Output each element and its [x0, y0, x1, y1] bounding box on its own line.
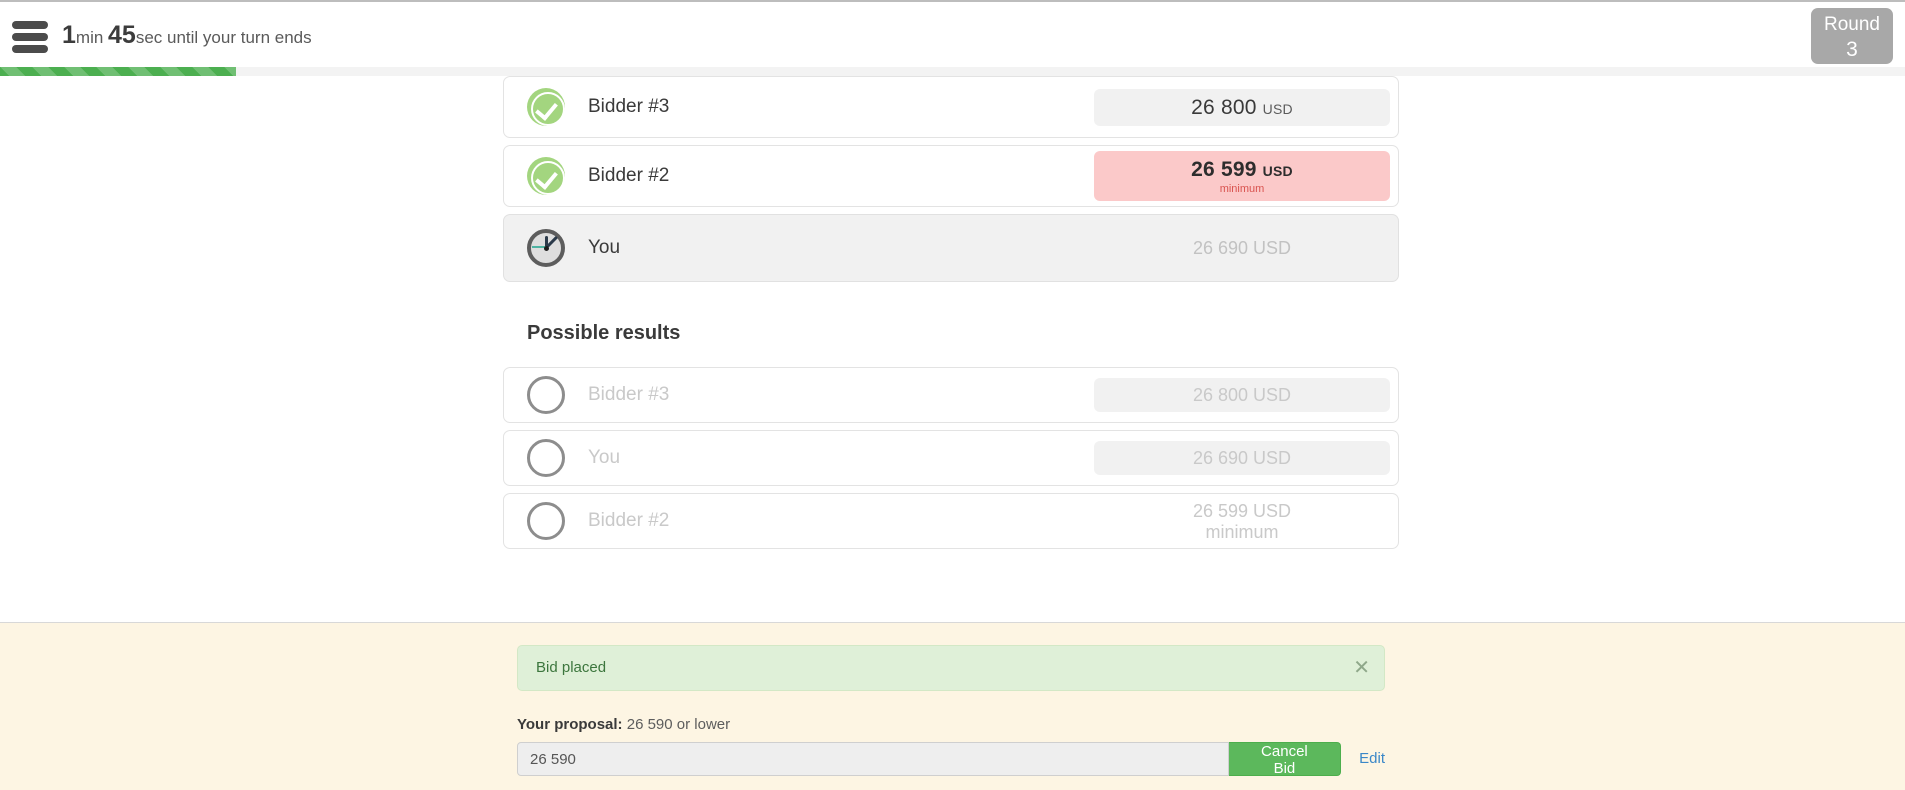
bid-amount-pill: 26 690 USD [1094, 441, 1390, 475]
bid-amount-pill: 26 599 USD minimum [1094, 151, 1390, 201]
proposal-label-text: Your proposal: [517, 716, 623, 733]
bid-amount-input[interactable] [517, 742, 1229, 776]
bid-amount-pill: 26 800 USD [1094, 88, 1390, 126]
bid-amount-value: 26 800 USD [1192, 385, 1292, 405]
possible-results-list: Bidder #3 26 800 USD You 26 690 USD Bidd [503, 367, 1399, 549]
turn-progress-track [0, 67, 1905, 76]
bid-panel: Bid placed ✕ Your proposal: 26 590 or lo… [0, 622, 1905, 790]
timer-minutes: 1 [62, 21, 76, 49]
hamburger-bar [12, 45, 48, 53]
bid-amount-pill: 26 800 USD [1094, 378, 1390, 412]
bid-panel-inner: Bid placed ✕ Your proposal: 26 590 or lo… [517, 645, 1385, 777]
turn-progress-fill [0, 67, 237, 76]
page-title: Possible results [527, 322, 681, 344]
table-row[interactable]: You 26 690 USD [503, 430, 1399, 486]
bidder-name: You [588, 237, 621, 258]
bidder-name: You [588, 447, 621, 468]
table-row[interactable]: Bidder #3 26 800 USD [503, 76, 1399, 138]
bid-currency: USD [1262, 100, 1293, 117]
current-bids-list: Bidder #3 26 800 USD Bidder #2 26 599 US [503, 76, 1399, 282]
edit-bid-link[interactable]: Edit [1359, 742, 1385, 776]
timer-minutes-unit: min [75, 28, 109, 47]
bid-amount-value: 26 690 USD [1192, 237, 1292, 258]
empty-circle-icon [518, 502, 574, 540]
empty-circle-icon [518, 376, 574, 414]
hamburger-bar [12, 21, 48, 29]
bidder-name: Bidder #2 [588, 510, 670, 531]
bid-amount-value: 26 800 [1191, 95, 1257, 119]
table-row[interactable]: Bidder #3 26 800 USD [503, 367, 1399, 423]
timer-seconds-unit: sec until your turn ends [135, 28, 312, 47]
table-row-you[interactable]: You 26 690 USD [503, 214, 1399, 282]
hamburger-menu-icon[interactable] [12, 18, 48, 56]
round-badge-number: 3 [1846, 38, 1858, 61]
clock-icon [518, 229, 574, 267]
cancel-bid-button[interactable]: Cancel Bid [1228, 742, 1342, 777]
table-row[interactable]: Bidder #2 26 599 USD minimum [503, 493, 1399, 549]
bid-input-row: Cancel Bid Edit [517, 742, 1385, 777]
bid-amount-value: 26 599 USD [1192, 500, 1292, 521]
round-badge[interactable]: Round 3 [1811, 8, 1893, 64]
timer-seconds: 45 [108, 21, 136, 49]
proposal-hint: 26 590 or lower [626, 716, 731, 733]
bid-amount-value: 26 599 [1191, 158, 1257, 181]
proposal-label: Your proposal: 26 590 or lower [517, 716, 1385, 733]
check-circle-icon [518, 157, 574, 195]
bid-currency: USD [1262, 163, 1293, 179]
turn-timer: 1min 45sec until your turn ends [62, 2, 312, 69]
close-icon[interactable]: ✕ [1353, 646, 1370, 690]
bidder-name: Bidder #2 [588, 165, 670, 186]
bidder-name: Bidder #3 [588, 384, 670, 405]
empty-circle-icon [518, 439, 574, 477]
hamburger-bar [12, 33, 48, 41]
minimum-badge: minimum [1219, 183, 1265, 195]
auction-column: Bidder #3 26 800 USD Bidder #2 26 599 US [503, 76, 1399, 556]
check-circle-icon [518, 88, 574, 126]
alert-message: Bid placed [536, 659, 607, 676]
bidder-name: Bidder #3 [588, 96, 670, 117]
main-content: Bidder #3 26 800 USD Bidder #2 26 599 US [0, 76, 1905, 622]
round-badge-label: Round [1824, 14, 1880, 35]
table-row[interactable]: Bidder #2 26 599 USD minimum [503, 145, 1399, 207]
minimum-badge: minimum [1205, 521, 1279, 542]
bid-amount-value: 26 690 USD [1192, 448, 1292, 468]
top-bar: 1min 45sec until your turn ends Round 3 [0, 0, 1905, 70]
status-badge: Bid placed ✕ [517, 645, 1385, 691]
bid-amount-pill: 26 599 USD minimum [1094, 494, 1390, 549]
